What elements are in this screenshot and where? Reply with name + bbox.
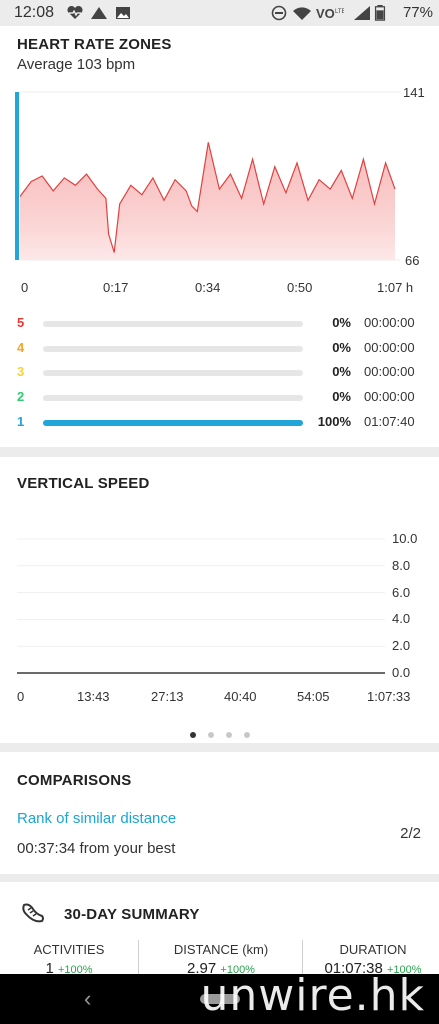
summary-duration-label: DURATION (339, 942, 407, 957)
zone-time: 00:00:00 (364, 315, 415, 330)
zone-time: 00:00:00 (364, 364, 415, 379)
summary-activities: ACTIVITIES 1 +100% (14, 942, 124, 978)
hr-area (20, 142, 395, 260)
pager-dot[interactable] (189, 732, 196, 738)
triangle-icon (91, 7, 107, 19)
hr-x-tick: 1:07 h (377, 280, 414, 295)
vs-x-tick: 54:05 (297, 689, 330, 704)
back-icon[interactable]: ‹ (84, 986, 91, 1012)
zone-percent: 0% (332, 315, 351, 330)
zone-number: 1 (17, 414, 25, 429)
zone-time: 00:00:00 (364, 389, 415, 404)
hr-y-min-label: 66 (405, 253, 420, 268)
vs-x-tick: 13:43 (77, 689, 110, 704)
hr-y-max-label: 141 (403, 85, 425, 100)
hr-x-tick: 0:17 (103, 280, 129, 295)
vertical-speed-chart (17, 538, 385, 674)
comparisons-title: COMPARISONS (17, 772, 132, 789)
hr-x-tick: 0:50 (287, 280, 313, 295)
vs-x-tick: 27:13 (151, 689, 184, 704)
status-bar: 12:08 VO LTE 77% (0, 0, 439, 26)
hr-x-tick: 0:34 (195, 280, 221, 295)
pager-dot[interactable] (207, 732, 214, 738)
zone-percent: 0% (332, 340, 351, 355)
do-not-disturb-icon (271, 5, 287, 21)
vs-y-tick: 0.0 (392, 665, 411, 680)
vs-x-tick: 1:07:33 (367, 689, 411, 704)
vs-y-tick: 4.0 (392, 611, 411, 626)
vertical-speed-card[interactable]: VERTICAL SPEED 10.0 8.0 6.0 4.0 2.0 0.0 … (0, 457, 439, 743)
comparisons-card: COMPARISONS Rank of similar distance 00:… (0, 752, 439, 874)
zone-number: 4 (17, 340, 25, 355)
zone-bar-track (43, 370, 303, 376)
zone-row-4: 4 0% 00:00:00 (0, 340, 439, 360)
heart-rate-zones-card: HEART RATE ZONES Average 103 bpm 141 66 … (0, 26, 439, 447)
summary-divider (138, 940, 139, 976)
zone-percent: 0% (332, 364, 351, 379)
zone-time: 00:00:00 (364, 340, 415, 355)
svg-text:LTE: LTE (335, 9, 344, 15)
pager-dot[interactable] (243, 732, 250, 738)
image-icon (116, 7, 130, 19)
vs-x-tick: 40:40 (224, 689, 257, 704)
summary-card[interactable]: 30-DAY SUMMARY ACTIVITIES 1 +100% DISTAN… (0, 882, 439, 977)
volte-icon: VO LTE (316, 6, 344, 21)
running-shoe-icon (22, 903, 44, 923)
watermark: unwire.hk (200, 970, 425, 1021)
zone-number: 5 (17, 315, 25, 330)
zone-time: 01:07:40 (364, 414, 415, 429)
zone-percent: 0% (332, 389, 351, 404)
zone-bar-track (43, 420, 303, 426)
comparison-detail: 00:37:34 from your best (17, 840, 176, 857)
summary-distance-label: DISTANCE (km) (173, 942, 269, 957)
pager-indicator[interactable] (0, 725, 439, 743)
battery-percent: 77% (402, 4, 433, 21)
status-time: 12:08 (14, 4, 55, 21)
vs-y-tick: 8.0 (392, 558, 411, 573)
vs-y-tick: 6.0 (392, 585, 411, 600)
zone-bar-track (43, 395, 303, 401)
summary-title: 30-DAY SUMMARY (64, 906, 200, 923)
zone-bar-fill (43, 420, 303, 426)
zone-row-1: 1 100% 01:07:40 (0, 414, 439, 434)
heart-rate-icon (67, 5, 83, 20)
zone-number: 2 (17, 389, 25, 404)
zone-percent: 100% (317, 414, 351, 429)
rank-similar-distance-link[interactable]: Rank of similar distance (17, 810, 176, 827)
zone-row-5: 5 0% 00:00:00 (0, 315, 439, 335)
zone-number: 3 (17, 364, 25, 379)
vs-y-tick: 2.0 (392, 638, 411, 653)
zone-bar-track (43, 321, 303, 327)
vs-x-tick: 0 (17, 689, 25, 704)
zone-row-2: 2 0% 00:00:00 (0, 389, 439, 409)
pager-dot[interactable] (225, 732, 232, 738)
comparison-rank: 2/2 (400, 825, 421, 842)
wifi-icon (293, 7, 311, 21)
vs-y-tick: 10.0 (392, 531, 418, 546)
zone-row-3: 3 0% 00:00:00 (0, 364, 439, 384)
signal-icon (354, 6, 370, 20)
battery-icon (374, 5, 386, 21)
zone-bar-track (43, 346, 303, 352)
svg-text:VO: VO (316, 6, 335, 21)
hr-x-tick: 0 (21, 280, 29, 295)
summary-activities-label: ACTIVITIES (33, 942, 105, 957)
